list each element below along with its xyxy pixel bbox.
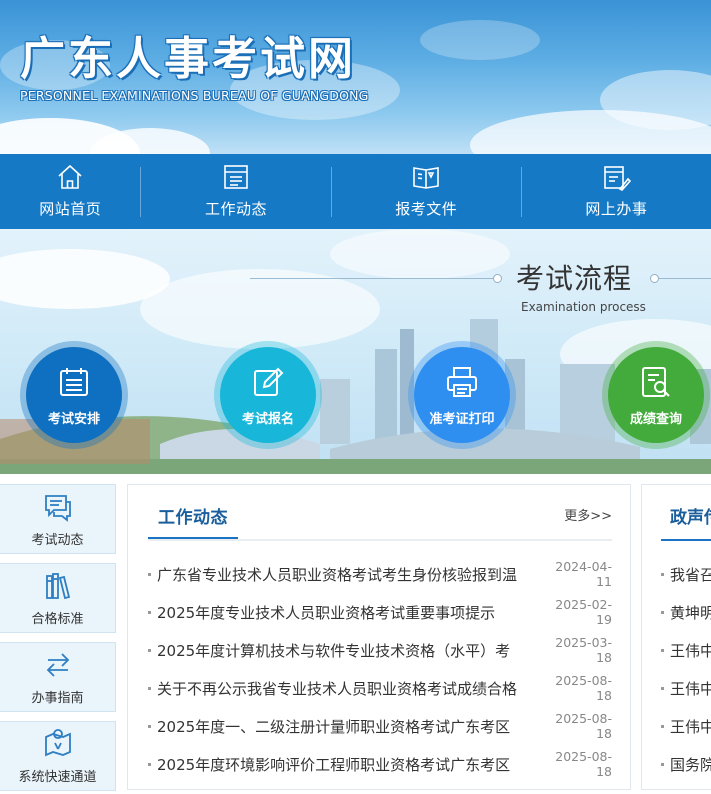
- sidebar-label-service-guide: 办事指南: [31, 690, 84, 706]
- policy-item-title: 国务院: [670, 755, 711, 774]
- main-nav: 网站首页 工作动态 报考文件 网上办事: [0, 154, 711, 229]
- sidebar-item-quick-access[interactable]: 系统快速通道: [0, 721, 116, 791]
- sidebar-item-exam-news[interactable]: 考试动态: [0, 484, 116, 554]
- map-pin-icon: [44, 728, 71, 756]
- news-item-title: 关于不再公示我省专业技术人员职业资格考试成绩合格: [157, 679, 518, 698]
- policy-list-item[interactable]: 我省召: [661, 555, 711, 593]
- process-title-dot-left: [493, 274, 502, 283]
- process-title-line-left: [250, 278, 496, 279]
- process-title: 考试流程: [516, 262, 633, 295]
- nav-item-work-news[interactable]: 工作动态: [141, 154, 330, 229]
- policy-title-underline: [661, 539, 711, 541]
- exam-process-section: 考试流程 Examination process 考试安排 考试报名 准考证打印: [0, 229, 711, 474]
- news-item-title: 2025年度环境影响评价工程师职业资格考试广东考区: [157, 755, 511, 774]
- list-bullet: [148, 762, 151, 766]
- process-label-score-query: 成绩查询: [629, 411, 682, 427]
- site-title: 广东人事考试网: [20, 32, 357, 85]
- news-item-title: 2025年度一、二级注册计量师职业资格考试广东考区: [157, 717, 511, 736]
- work-news-panel: 工作动态 更多>> 广东省专业技术人员职业资格考试考生身份核验报到温 2024-…: [127, 484, 631, 790]
- nav-item-exam-docs[interactable]: 报考文件: [332, 154, 521, 229]
- work-news-title-underline: [148, 537, 238, 539]
- process-subtitle: Examination process: [521, 300, 646, 314]
- sidebar-label-exam-news: 考试动态: [31, 532, 84, 548]
- news-item-date: 2024-04-11: [555, 559, 612, 589]
- list-bullet: [148, 686, 151, 690]
- policy-item-title: 黄坤明: [670, 603, 711, 622]
- printer-icon: [447, 366, 477, 397]
- process-registration-button[interactable]: 考试报名: [214, 341, 322, 449]
- calendar-icon: [60, 367, 88, 396]
- process-exam-schedule-button[interactable]: 考试安排: [20, 341, 128, 449]
- list-bullet: [661, 610, 664, 614]
- process-label-registration: 考试报名: [241, 411, 294, 427]
- policy-list-item[interactable]: 黄坤明: [661, 593, 711, 631]
- policy-panel: 政声传 我省召 黄坤明 王伟中 王伟中 王伟中 国务院: [641, 484, 711, 790]
- header-banner: 广东人事考试网 PERSONNEL EXAMINATIONS BUREAU OF…: [0, 0, 711, 154]
- news-list-item[interactable]: 2025年度环境影响评价工程师职业资格考试广东考区 2025-08-18: [148, 745, 612, 783]
- policy-panel-title: 政声传: [670, 508, 711, 528]
- work-news-title: 工作动态: [158, 508, 228, 528]
- news-item-date: 2025-08-18: [555, 673, 612, 703]
- work-news-more-link[interactable]: 更多>>: [564, 505, 612, 524]
- news-item-date: 2025-08-18: [555, 711, 612, 741]
- process-score-query-button[interactable]: 成绩查询: [602, 341, 710, 449]
- process-title-line-right: [659, 278, 711, 279]
- process-title-dot-right: [650, 274, 659, 283]
- site-subtitle: PERSONNEL EXAMINATIONS BUREAU OF GUANGDO…: [20, 88, 369, 103]
- news-list-item[interactable]: 2025年度专业技术人员职业资格考试重要事项提示 2025-02-19: [148, 593, 612, 631]
- list-bullet: [661, 648, 664, 652]
- nav-item-home[interactable]: 网站首页: [0, 154, 140, 229]
- list-bullet: [148, 610, 151, 614]
- sidebar-label-quick-access: 系统快速通道: [18, 769, 97, 785]
- sidebar-item-service-guide[interactable]: 办事指南: [0, 642, 116, 712]
- edit-icon: [254, 367, 284, 396]
- policy-list-item[interactable]: 王伟中: [661, 631, 711, 669]
- news-item-date: 2025-08-18: [555, 749, 612, 779]
- nav-label-work-news: 工作动态: [205, 200, 268, 218]
- list-bullet: [148, 724, 151, 728]
- process-label-exam-schedule: 考试安排: [47, 411, 100, 427]
- home-icon: [58, 164, 82, 189]
- list-bullet: [148, 572, 151, 576]
- news-item-date: 2025-03-18: [555, 635, 612, 665]
- news-item-date: 2025-02-19: [555, 597, 612, 627]
- list-bullet: [661, 686, 664, 690]
- process-label-admission-ticket: 准考证打印: [429, 411, 495, 427]
- news-item-title: 广东省专业技术人员职业资格考试考生身份核验报到温: [157, 565, 518, 584]
- sidebar-label-pass-standard: 合格标准: [31, 611, 84, 627]
- process-admission-ticket-button[interactable]: 准考证打印: [408, 341, 516, 449]
- list-bullet: [661, 762, 664, 766]
- nav-label-home: 网站首页: [39, 200, 102, 218]
- policy-list-item[interactable]: 王伟中: [661, 669, 711, 707]
- list-bullet: [661, 724, 664, 728]
- chat-icon: [44, 494, 71, 522]
- sidebar-item-pass-standard[interactable]: 合格标准: [0, 563, 116, 633]
- nav-label-exam-docs: 报考文件: [395, 200, 458, 218]
- news-list-icon: [224, 165, 248, 189]
- news-list-item[interactable]: 广东省专业技术人员职业资格考试考生身份核验报到温 2024-04-11: [148, 555, 612, 593]
- policy-item-title: 王伟中: [670, 679, 711, 698]
- list-bullet: [661, 572, 664, 576]
- news-list-item[interactable]: 2025年度计算机技术与软件专业技术资格（水平）考 2025-03-18: [148, 631, 612, 669]
- news-list-item[interactable]: 2025年度一、二级注册计量师职业资格考试广东考区 2025-08-18: [148, 707, 612, 745]
- swap-arrows-icon: [46, 652, 69, 677]
- online-service-icon: [604, 166, 632, 191]
- news-list-item[interactable]: 关于不再公示我省专业技术人员职业资格考试成绩合格 2025-08-18: [148, 669, 612, 707]
- nav-label-online-service: 网上办事: [585, 200, 648, 218]
- policy-list-item[interactable]: 国务院: [661, 745, 711, 783]
- nav-item-online-service[interactable]: 网上办事: [522, 154, 711, 229]
- policy-list-item[interactable]: 王伟中: [661, 707, 711, 745]
- policy-item-title: 王伟中: [670, 641, 711, 660]
- open-book-icon: [413, 167, 440, 189]
- books-icon: [45, 572, 70, 599]
- news-item-title: 2025年度计算机技术与软件专业技术资格（水平）考: [157, 641, 511, 660]
- work-news-header: 工作动态 更多>>: [148, 485, 612, 541]
- score-search-icon: [642, 366, 670, 397]
- policy-item-title: 王伟中: [670, 717, 711, 736]
- news-item-title: 2025年度专业技术人员职业资格考试重要事项提示: [157, 603, 496, 622]
- list-bullet: [148, 648, 151, 652]
- policy-item-title: 我省召: [670, 565, 711, 584]
